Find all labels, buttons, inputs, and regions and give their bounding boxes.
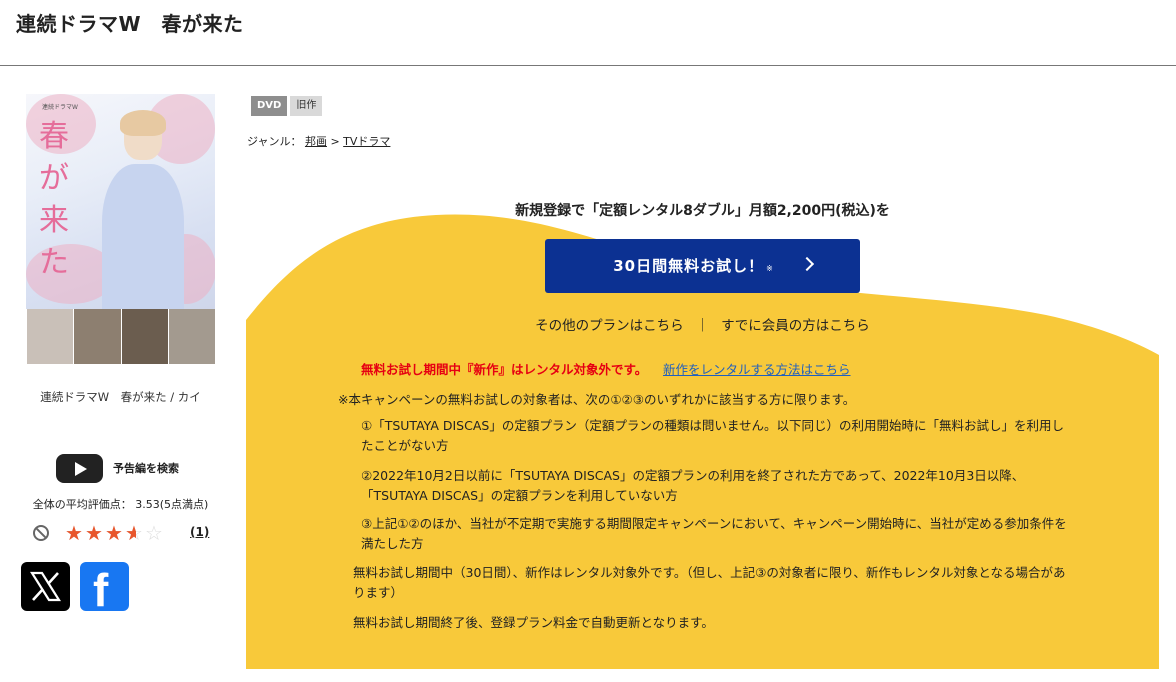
other-plans-link[interactable]: その他のプランはこちら (535, 318, 684, 334)
star-icon: ☆★ (125, 521, 143, 545)
star-icon: ☆★ (85, 521, 103, 545)
free-trial-button[interactable]: 30日間無料お試し！ ※ (545, 239, 860, 293)
tag-dvd: DVD (251, 96, 288, 116)
member-login-link[interactable]: すでに会員の方はこちら (721, 318, 870, 334)
auto-renew-note: 無料お試し期間終了後、登録プラン料金で自動更新となります。 (353, 615, 714, 630)
free-trial-note: ※ (766, 264, 774, 273)
plan-links: その他のプランはこちら ｜ すでに会員の方はこちら (246, 314, 1159, 334)
condition-item: ③上記①②のほか、当社が不定期で実施する期間限定キャンペーンにおいて、キャンペー… (361, 516, 1067, 551)
star-icon: ☆★ (145, 521, 163, 545)
review-count-link[interactable]: (1) (190, 525, 209, 539)
ban-icon[interactable] (33, 525, 49, 541)
trailer-label: 予告編を検索 (113, 462, 179, 475)
new-release-rental-link[interactable]: 新作をレンタルする方法はこちら (663, 359, 851, 378)
page-title: 連続ドラマW 春が来た (16, 12, 244, 36)
star-rating: ☆★☆★☆★☆★☆★ (65, 522, 165, 544)
trailer-search-button[interactable]: 予告編を検索 (56, 453, 179, 483)
condition-item: ②2022年10月2日以前に「TSUTAYA DISCAS」の定額プランの利用を… (361, 468, 1025, 503)
genre-breadcrumb: ジャンル： 邦画 > TVドラマ (247, 133, 390, 149)
product-jacket-image[interactable]: 連続ドラマW 春が来た (26, 94, 215, 364)
genre-prefix: ジャンル： (247, 135, 302, 148)
campaign-panel: 新規登録で「定額レンタル8ダブル」月額2,200円(税込)を 30日間無料お試し… (246, 190, 1159, 669)
x-logo-icon (30, 571, 61, 602)
plan-links-divider: ｜ (695, 318, 710, 334)
genre-link-hougaku[interactable]: 邦画 (305, 135, 327, 148)
share-facebook-button[interactable]: f (80, 562, 129, 611)
free-trial-label: 30日間無料お試し！ (613, 257, 765, 275)
campaign-headline: 新規登録で「定額レンタル8ダブル」月額2,200円(税込)を (515, 203, 890, 219)
genre-separator: > (330, 135, 340, 148)
jacket-logo: 連続ドラマW (42, 104, 78, 111)
header-divider (0, 65, 1176, 66)
jacket-person (102, 110, 184, 309)
star-icon: ☆★ (105, 521, 123, 545)
new-release-notice: 無料お試し期間中『新作』はレンタル対象外です。 (361, 362, 648, 377)
condition-item: ①「TSUTAYA DISCAS」の定額プラン（定額プランの種類は問いません。以… (361, 418, 1064, 453)
product-name: 連続ドラマW 春が来た / カイ (40, 390, 201, 404)
youtube-play-icon (56, 453, 103, 483)
tag-old-release: 旧作 (290, 96, 323, 116)
jacket-cast-strip (26, 309, 215, 364)
genre-link-tv-drama[interactable]: TVドラマ (343, 135, 390, 148)
conditions-intro: ※本キャンペーンの無料お試しの対象者は、次の①②③のいずれかに該当する方に限りま… (338, 392, 856, 407)
review-row: ☆★☆★☆★☆★☆★ (1) (33, 522, 213, 546)
average-rating-text: 全体の平均評価点： 3.53(5点満点) (32, 498, 209, 511)
jacket-title: 春が来た (39, 119, 69, 280)
trial-note: 無料お試し期間中（30日間）、新作はレンタル対象外です。（但し、上記③の対象者に… (353, 565, 1066, 600)
facebook-logo-icon: f (93, 564, 109, 611)
star-icon: ☆★ (65, 521, 83, 545)
format-tags: DVD 旧作 (251, 96, 323, 116)
share-x-button[interactable] (21, 562, 70, 611)
